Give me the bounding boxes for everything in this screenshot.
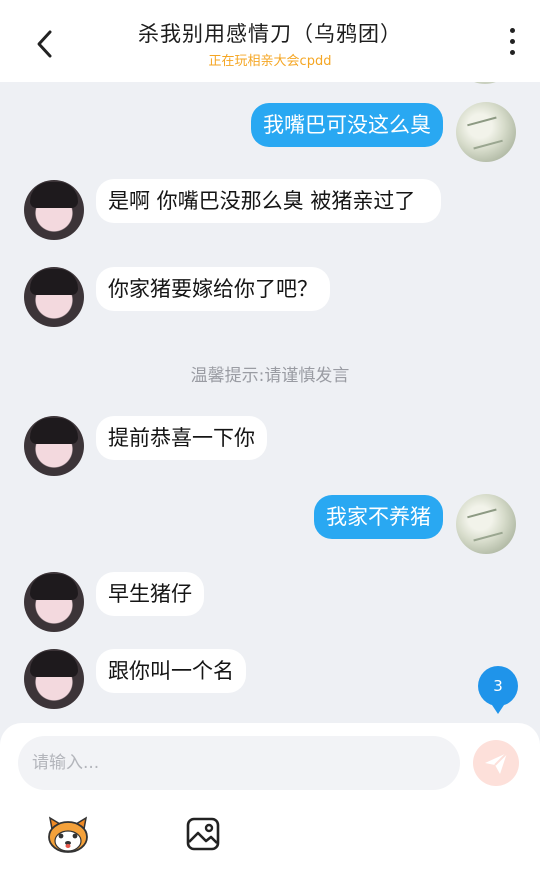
avatar-self[interactable]	[456, 102, 516, 162]
message-bubble-in[interactable]: 早生猪仔	[96, 572, 204, 616]
message-bubble-out[interactable]: 我家不养猪	[314, 495, 443, 539]
chat-screen: 杀我别用感情刀（乌鸦团） 正在玩相亲大会cpdd 我嘴巴可没这么臭 是啊 你嘴巴…	[0, 0, 540, 871]
emoji-mascot-icon	[48, 816, 88, 853]
more-vertical-icon	[506, 28, 518, 55]
send-button[interactable]	[473, 740, 519, 786]
avatar-other[interactable]	[24, 649, 84, 709]
avatar-other[interactable]	[24, 572, 84, 632]
system-tip: 温馨提示:请谨慎发言	[190, 366, 350, 386]
message-list[interactable]: 我嘴巴可没这么臭 是啊 你嘴巴没那么臭 被猪亲过了 你家猪要嫁给你了吧？ 温馨提…	[0, 82, 540, 723]
avatar-other[interactable]	[24, 267, 84, 327]
message-bubble-out[interactable]: 我嘴巴可没这么臭	[251, 103, 443, 147]
new-message-badge[interactable]: 3	[478, 666, 518, 714]
chat-header: 杀我别用感情刀（乌鸦团） 正在玩相亲大会cpdd	[0, 0, 540, 82]
send-icon	[485, 752, 508, 774]
message-bubble-in[interactable]: 提前恭喜一下你	[96, 416, 267, 460]
emoji-button[interactable]	[46, 815, 90, 855]
message-bubble-in[interactable]: 你家猪要嫁给你了吧？	[96, 267, 330, 311]
avatar-other[interactable]	[24, 180, 84, 240]
image-button[interactable]	[186, 817, 220, 851]
message-composer	[0, 723, 540, 871]
avatar-other[interactable]	[24, 416, 84, 476]
more-button[interactable]	[506, 28, 518, 62]
chat-title: 杀我别用感情刀（乌鸦团）	[138, 22, 402, 46]
message-bubble-in[interactable]: 是啊 你嘴巴没那么臭 被猪亲过了	[96, 179, 441, 223]
image-icon	[186, 817, 220, 851]
avatar-self-partial	[455, 82, 515, 84]
avatar-self[interactable]	[456, 494, 516, 554]
status-subtitle: 正在玩相亲大会cpdd	[208, 54, 332, 69]
message-input[interactable]	[18, 736, 460, 790]
message-bubble-in[interactable]: 跟你叫一个名	[96, 649, 246, 693]
